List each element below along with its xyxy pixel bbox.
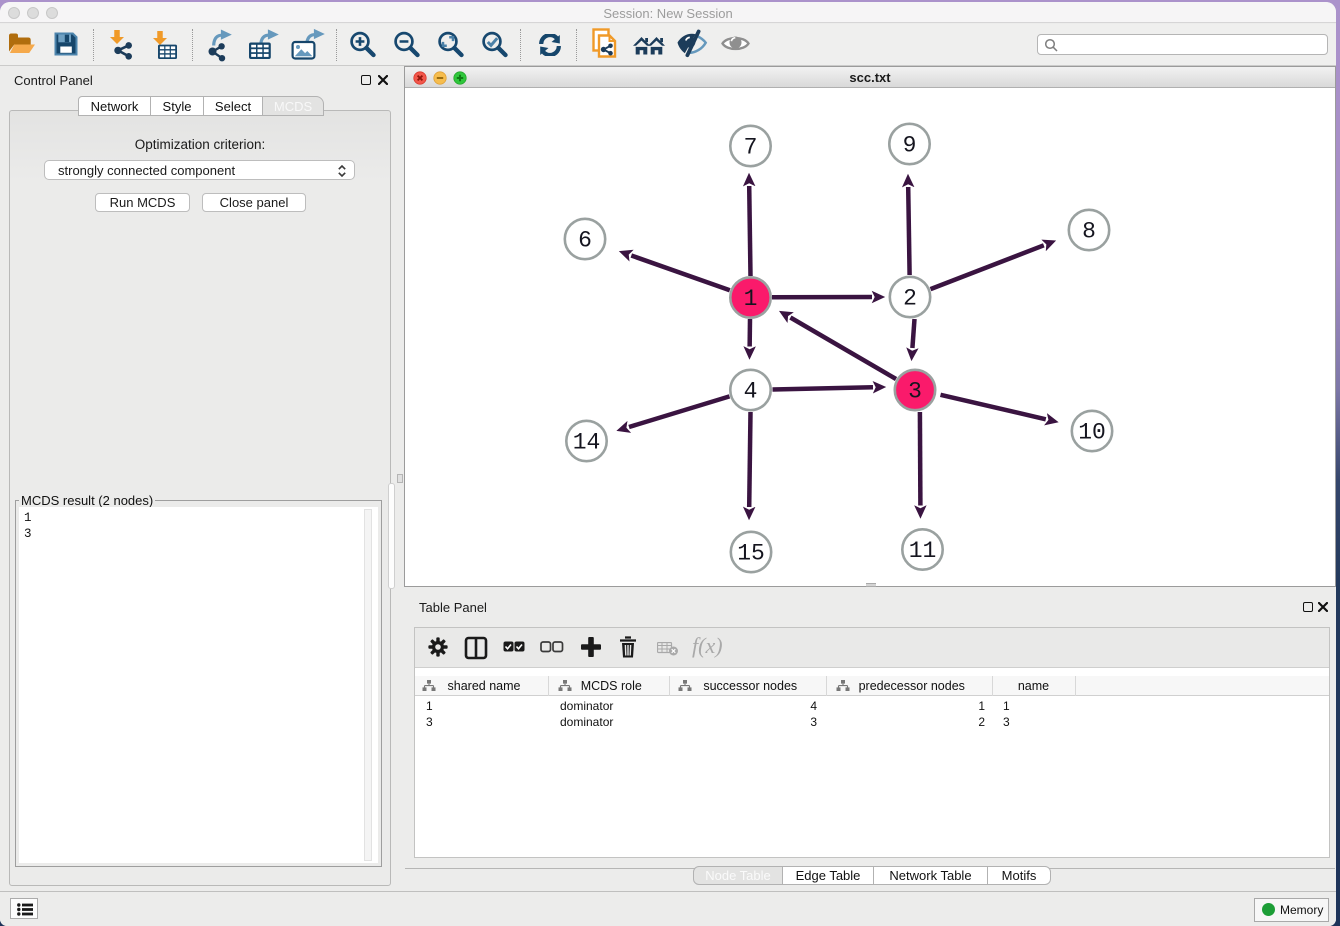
svg-text:2: 2 <box>903 286 917 312</box>
svg-text:3: 3 <box>908 379 922 405</box>
svg-text:1: 1 <box>744 286 758 312</box>
svg-text:7: 7 <box>744 135 758 161</box>
svg-text:10: 10 <box>1078 420 1106 446</box>
svg-text:14: 14 <box>573 430 601 456</box>
svg-text:11: 11 <box>909 538 937 564</box>
svg-text:15: 15 <box>737 541 765 567</box>
svg-text:9: 9 <box>903 133 917 159</box>
svg-text:6: 6 <box>578 228 592 254</box>
svg-text:4: 4 <box>744 379 758 405</box>
svg-text:8: 8 <box>1082 219 1096 245</box>
